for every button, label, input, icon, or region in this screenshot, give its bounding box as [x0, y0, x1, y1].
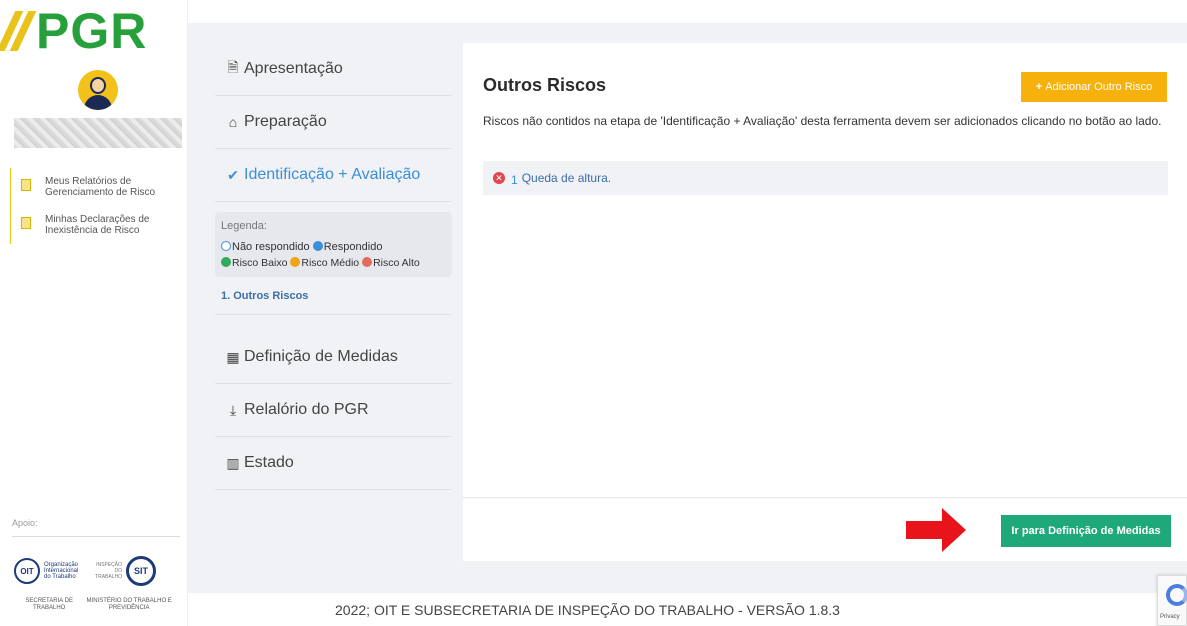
step-preparacao[interactable]: ⌂ Preparação — [215, 96, 452, 149]
content-panel: Outros Riscos + Adicionar Outro Risco Ri… — [463, 43, 1187, 561]
calendar-icon: ▦ — [226, 348, 240, 365]
sit-logo-icon: SIT — [126, 556, 156, 586]
sidebar-item-declaracoes[interactable]: Minhas Declarações de Inexistência de Ri… — [11, 206, 188, 244]
download-icon: ⤓ — [229, 401, 237, 418]
legend-row-2: Risco Baixo Risco Médio Risco Alto — [221, 255, 446, 271]
username-redacted — [14, 118, 182, 148]
page-title: Outros Riscos — [483, 75, 607, 95]
steps-nav: 🗎 Apresentação ⌂ Preparação ✔ Identifica… — [215, 43, 452, 490]
step-label: Definição de Medidas — [244, 348, 398, 365]
legend-nao-respondido: Não respondido — [232, 241, 310, 253]
legend-risco-baixo: Risco Baixo — [232, 257, 288, 269]
gov-left-label: SECRETARIA DE TRABALHO — [25, 598, 73, 611]
step-apresentacao[interactable]: 🗎 Apresentação — [215, 43, 452, 96]
step-label: Relalório do PGR — [244, 401, 369, 418]
step-definicao[interactable]: ▦ Definição de Medidas — [215, 331, 452, 384]
sidebar-item-relatorios[interactable]: Meus Relatórios de Gerenciamento de Risc… — [11, 168, 188, 206]
step-relatorio[interactable]: ⤓ Relalório do PGR — [215, 384, 452, 437]
step-label: Preparação — [244, 113, 327, 130]
pgr-logo[interactable]: PGR — [0, 3, 148, 59]
legend: Legenda: Não respondido Respondido Risco… — [215, 212, 452, 277]
legend-risco-medio: Risco Médio — [301, 257, 360, 269]
apoio-label: Apoio: — [12, 518, 38, 528]
step-label: Identificação + Avaliação — [244, 166, 421, 183]
step-estado[interactable]: ▥ Estado — [215, 437, 452, 490]
divider — [463, 497, 1187, 498]
file-icon — [21, 179, 31, 191]
logo-text: PGR — [36, 3, 148, 59]
sidebar-item-label: Meus Relatórios de Gerenciamento de Risc… — [45, 176, 156, 198]
legend-risco-alto: Risco Alto — [373, 257, 420, 269]
sub-step-outros-riscos[interactable]: 1. Outros Riscos — [215, 277, 452, 315]
low-risk-icon — [221, 257, 231, 267]
divider — [12, 536, 180, 537]
panel-description: Riscos não contidos na etapa de 'Identif… — [483, 114, 1162, 128]
red-arrow-icon — [906, 508, 966, 552]
inspecao-label: INSPEÇÃO DO TRABALHO — [95, 562, 122, 580]
step-label: Estado — [244, 454, 294, 471]
document-icon: 🗎 — [227, 59, 239, 75]
recaptcha-icon — [1166, 584, 1187, 606]
step-identificacao[interactable]: ✔ Identificação + Avaliação — [215, 149, 452, 202]
gov-logos: SECRETARIA DE TRABALHO MINISTÉRIO DO TRA… — [18, 598, 178, 612]
add-risk-button[interactable]: + Adicionar Outro Risco — [1021, 72, 1167, 102]
plus-icon: + — [1035, 81, 1043, 93]
legend-title: Legenda: — [221, 220, 267, 232]
risk-label[interactable]: Queda de altura. — [522, 171, 611, 185]
answered-icon — [312, 241, 323, 251]
file-icon — [21, 217, 31, 229]
side-menu: Meus Relatórios de Gerenciamento de Risc… — [10, 168, 188, 244]
bar-chart-icon: ▥ — [226, 454, 240, 471]
high-risk-icon — [362, 257, 373, 267]
check-circle-icon: ✔ — [227, 166, 239, 183]
gov-right-label: MINISTÉRIO DO TRABALHO E PREVIDÊNCIA — [86, 598, 172, 611]
goto-definicao-button[interactable]: Ir para Definição de Medidas — [1001, 515, 1171, 547]
partner-logos: OIT Organização Internacional do Trabalh… — [14, 556, 156, 586]
oit-label: Organização Internacional do Trabalho — [44, 562, 79, 580]
remove-icon[interactable]: ✕ — [493, 172, 505, 184]
recaptcha-badge[interactable]: Privacy — [1157, 575, 1187, 626]
legend-row-1: Não respondido Respondido — [221, 239, 446, 255]
user-avatar[interactable] — [78, 70, 118, 110]
list-item[interactable]: ✕ 1 Queda de altura. — [483, 161, 1168, 195]
risk-number: 1 — [511, 173, 518, 187]
sidebar-item-label: Minhas Declarações de Inexistência de Ri… — [45, 214, 150, 236]
not-answered-icon — [221, 241, 231, 251]
medium-risk-icon — [290, 257, 301, 267]
footer-text: 2022; OIT E SUBSECRETARIA DE INSPEÇÃO DO… — [335, 602, 840, 618]
add-risk-label: Adicionar Outro Risco — [1045, 81, 1153, 93]
home-icon: ⌂ — [228, 114, 238, 130]
step-label: Apresentação — [244, 60, 343, 77]
sidebar: PGR Meus Relatórios de Gerenciamento de … — [0, 0, 188, 626]
legend-respondido: Respondido — [323, 241, 383, 253]
recaptcha-privacy-label: Privacy — [1160, 614, 1180, 620]
oit-logo-icon: OIT — [14, 558, 40, 584]
